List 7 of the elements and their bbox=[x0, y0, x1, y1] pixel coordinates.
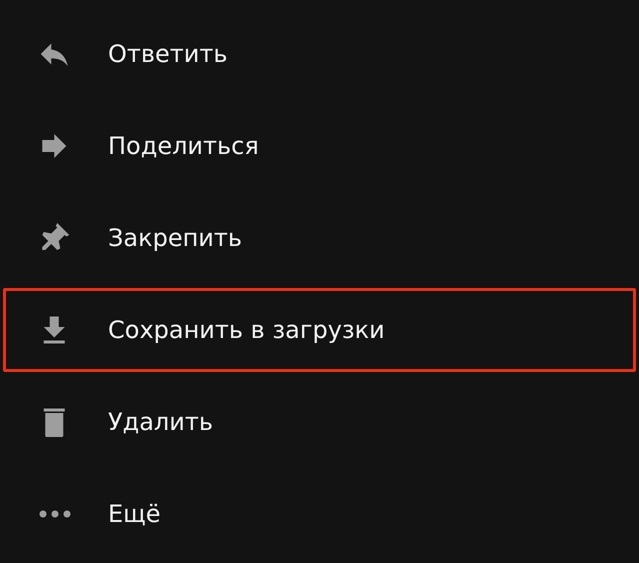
menu-item[interactable]: Удалить bbox=[3, 376, 636, 468]
menu-item[interactable]: Ответить bbox=[3, 8, 636, 100]
more-icon bbox=[39, 510, 71, 518]
menu-item[interactable]: Закрепить bbox=[3, 192, 636, 284]
menu-item[interactable]: Ещё bbox=[3, 468, 636, 560]
menu-item[interactable]: Сохранить в загрузки bbox=[3, 288, 636, 372]
menu-item[interactable]: Поделиться bbox=[3, 100, 636, 192]
